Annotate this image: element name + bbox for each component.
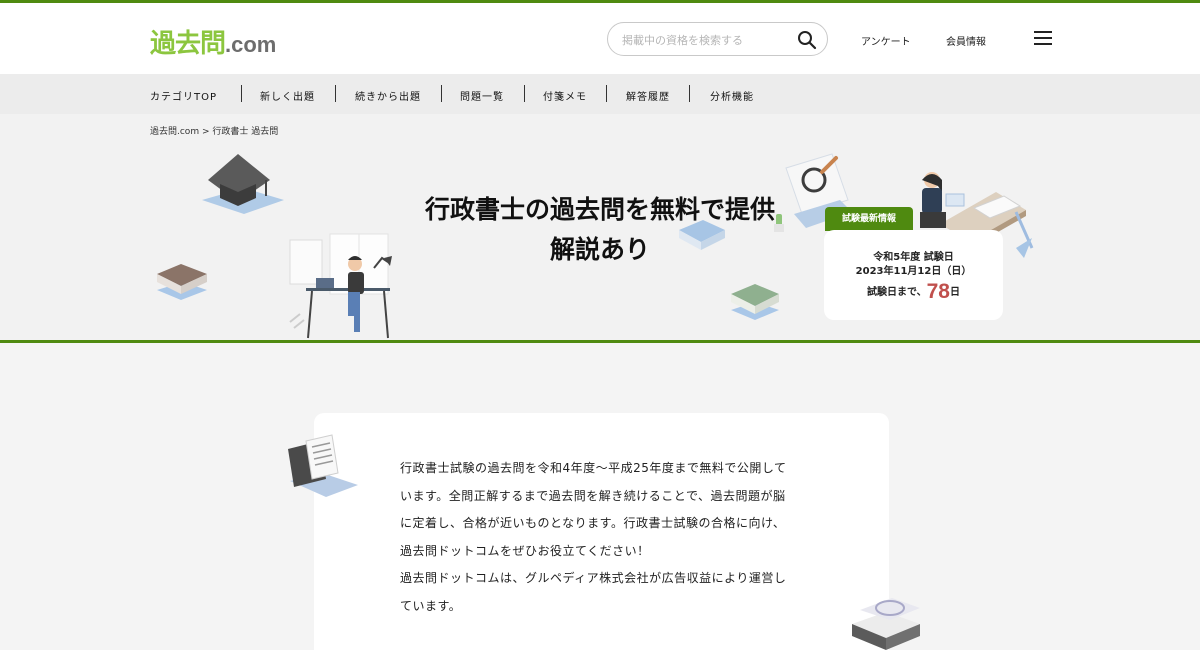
search-box xyxy=(607,22,828,56)
nav-analysis[interactable]: 分析機能 xyxy=(710,88,754,103)
site-header: 過去問.com アンケート 会員情報 xyxy=(0,3,1200,74)
breadcrumb-separator: > xyxy=(201,127,210,137)
exam-year-label: 令和5年度 試験日 xyxy=(873,252,954,263)
nav-category-top[interactable]: カテゴリTOP xyxy=(150,88,217,103)
hero-banner: 過去問.com > 行政書士 過去問 行政書士の過去問を無料で提供 解説あり xyxy=(0,114,1200,340)
nav-divider xyxy=(524,85,525,102)
intro-paragraph-1: 行政書士試験の過去問を令和4年度～平成25年度まで無料で公開しています。全問正解… xyxy=(400,461,787,558)
breadcrumb-current: 行政書士 過去問 xyxy=(212,127,279,137)
book-stack-icon xyxy=(852,598,920,650)
intro-paragraph-2: 過去問ドットコムは、グルペディア株式会社が広告収益により運営しています。 xyxy=(400,571,787,613)
hero-title: 行政書士の過去問を無料で提供 解説あり xyxy=(424,195,775,264)
blue-book-icon xyxy=(679,220,725,250)
exam-date: 2023年11月12日（日） xyxy=(855,266,972,277)
hero-bottom-line xyxy=(0,340,1200,343)
exam-info-badge: 試験最新情報 xyxy=(825,207,913,231)
nav-new-questions[interactable]: 新しく出題 xyxy=(260,88,315,103)
site-logo[interactable]: 過去問.com xyxy=(150,23,276,60)
nav-answer-history[interactable]: 解答履歴 xyxy=(626,88,670,103)
nav-divider xyxy=(606,85,607,102)
survey-link[interactable]: アンケート xyxy=(861,33,911,48)
intro-text: 行政書士試験の過去問を令和4年度～平成25年度まで無料で公開しています。全問正解… xyxy=(400,455,795,620)
breadcrumb-home[interactable]: 過去問.com xyxy=(150,127,199,137)
nav-question-list[interactable]: 問題一覧 xyxy=(460,88,504,103)
search-icon[interactable] xyxy=(797,30,817,50)
green-book-icon xyxy=(731,284,779,320)
search-input[interactable] xyxy=(622,31,792,49)
breadcrumb: 過去問.com > 行政書士 過去問 xyxy=(150,124,278,137)
exam-countdown-card: 令和5年度 試験日 2023年11月12日（日） 試験日まで、78日 xyxy=(824,230,1003,320)
hamburger-menu-icon[interactable] xyxy=(1034,31,1052,47)
nav-continue[interactable]: 続きから出題 xyxy=(355,88,421,103)
book-stack-icon xyxy=(157,264,207,300)
category-nav: カテゴリTOP 新しく出題 続きから出題 問題一覧 付箋メモ 解答履歴 分析機能 xyxy=(0,74,1200,114)
nav-divider xyxy=(689,85,690,102)
nav-divider xyxy=(241,85,242,102)
days-remaining: 78 xyxy=(926,280,950,303)
member-info-link[interactable]: 会員情報 xyxy=(946,33,986,48)
nav-divider xyxy=(441,85,442,102)
laptop-document-icon xyxy=(288,434,358,497)
nav-divider xyxy=(335,85,336,102)
nav-sticky-memo[interactable]: 付箋メモ xyxy=(543,88,587,103)
graduation-cap-icon xyxy=(202,154,284,214)
exam-countdown: 試験日まで、78日 xyxy=(867,280,960,303)
